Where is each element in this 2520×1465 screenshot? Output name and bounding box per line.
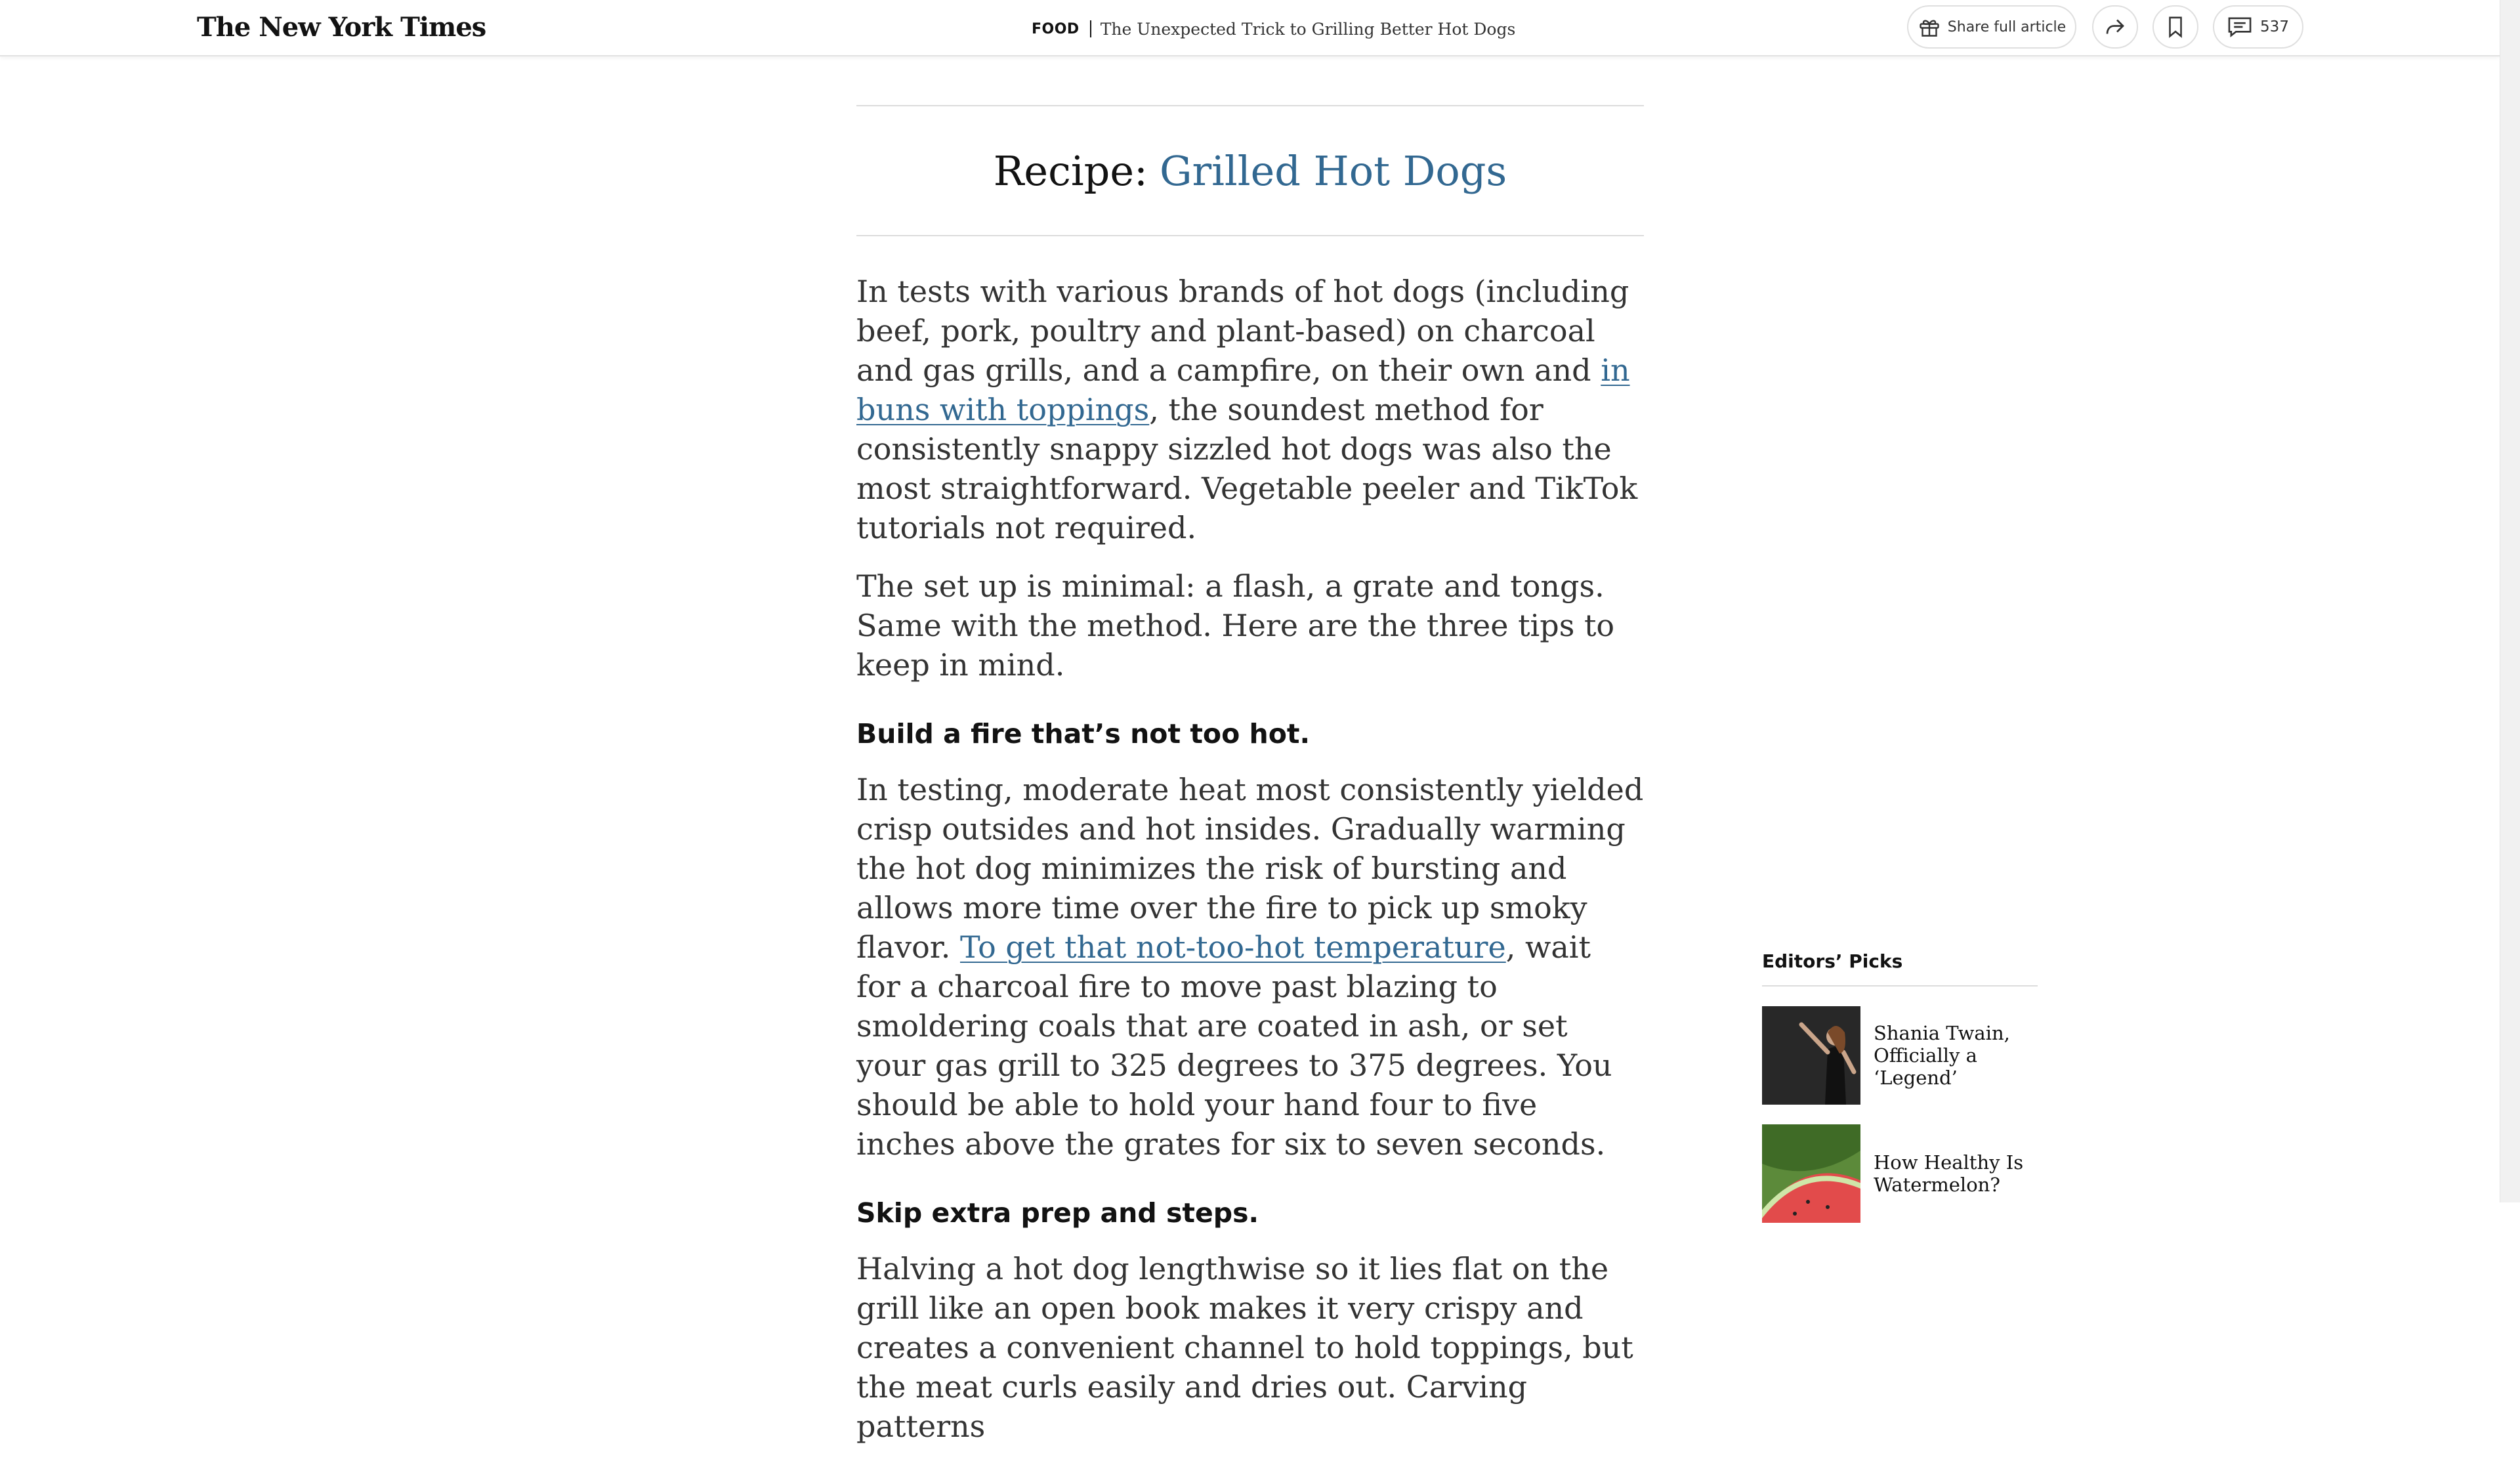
paragraph: In tests with various brands of hot dogs… (856, 272, 1644, 547)
pick-item[interactable]: Shania Twain, Officially a ‘Legend’ (1762, 1006, 2038, 1105)
breadcrumb-divider (1089, 20, 1091, 37)
share-button[interactable] (2092, 5, 2138, 49)
recipe-label: Recipe: (993, 146, 1148, 195)
subheading: Skip extra prep and steps. (856, 1197, 1259, 1229)
bookmark-icon (2169, 16, 2182, 38)
paragraph: The set up is minimal: a flash, a grate … (856, 568, 1615, 683)
pick-thumbnail[interactable] (1762, 1124, 1860, 1223)
nyt-logo[interactable]: The New York Times (197, 9, 486, 46)
article-text: In tests with various brands of hot dogs… (856, 272, 1644, 1446)
share-icon (2106, 19, 2124, 34)
recipe-link[interactable]: Grilled Hot Dogs (1160, 147, 1507, 195)
breadcrumb: FOOD The Unexpected Trick to Grilling Be… (1032, 16, 1515, 42)
temperature-link[interactable]: To get that not-too-hot temperature (960, 929, 1506, 965)
recipe-callout: Recipe: Grilled Hot Dogs (856, 106, 1644, 235)
share-full-article-button[interactable]: Share full article (1907, 5, 2076, 49)
section-link[interactable]: FOOD (1032, 21, 1080, 37)
share-full-article-label: Share full article (1947, 18, 2067, 35)
editors-picks-heading: Editors’ Picks (1762, 950, 2038, 987)
header-headline: The Unexpected Trick to Grilling Better … (1100, 19, 1516, 39)
pick-item[interactable]: How Healthy Is Watermelon? (1762, 1124, 2038, 1223)
comment-icon (2228, 17, 2252, 37)
paragraph: In testing, moderate heat most consisten… (856, 770, 1644, 1164)
pick-title[interactable]: Shania Twain, Officially a ‘Legend’ (1874, 1022, 2038, 1089)
editors-picks: Editors’ Picks Shania Twain, Officially … (1762, 950, 2038, 1223)
comment-count: 537 (2260, 18, 2289, 35)
article-body: Recipe: Grilled Hot Dogs In tests with v… (856, 105, 1644, 1465)
paragraph-text: In tests with various brands of hot dogs… (856, 274, 1629, 388)
pick-title[interactable]: How Healthy Is Watermelon? (1874, 1151, 2038, 1196)
divider (856, 235, 1644, 236)
pick-thumbnail[interactable] (1762, 1006, 1860, 1105)
paragraph: Halving a hot dog lengthwise so it lies … (856, 1251, 1633, 1444)
comments-button[interactable]: 537 (2213, 5, 2303, 49)
subheading: Build a fire that’s not too hot. (856, 718, 1311, 750)
save-button[interactable] (2152, 5, 2198, 49)
gift-icon (1920, 20, 1939, 37)
scrollbar[interactable] (2500, 0, 2520, 1202)
top-bar: The New York Times FOOD The Unexpected T… (0, 0, 2500, 56)
